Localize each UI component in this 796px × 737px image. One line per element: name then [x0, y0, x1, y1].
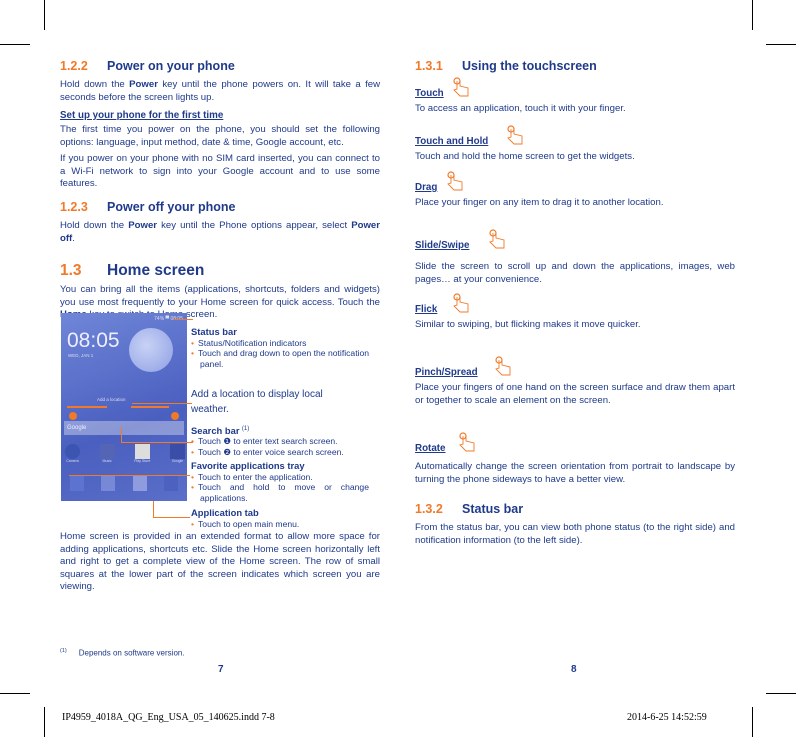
heading-power-on: 1.2.2 Power on your phone: [60, 59, 235, 73]
callout-weather: Add a location to display local weather.: [191, 389, 323, 415]
app-play-store: Play Store: [134, 444, 150, 463]
page-number: 7: [218, 664, 224, 675]
callout-line: [121, 427, 122, 442]
gesture-label: Touch and Hold: [415, 136, 489, 147]
arrow-left-icon: [67, 406, 107, 408]
gesture-label: Touch: [415, 88, 444, 99]
app-music: Music: [99, 444, 115, 463]
hand-gesture-icon: [487, 228, 509, 250]
callout-line: [173, 319, 193, 320]
heading-touchscreen: 1.3.1 Using the touchscreen: [415, 59, 597, 73]
hand-gesture-icon: [451, 292, 473, 314]
gesture-label: Flick: [415, 304, 438, 315]
gesture-description: Place your finger on any item to drag it…: [415, 197, 664, 208]
paragraph: If you power on your phone with no SIM c…: [60, 153, 380, 190]
gesture-description: Place your fingers of one hand on the sc…: [415, 382, 735, 406]
paragraph: The first time you power on the phone, y…: [60, 124, 380, 148]
crop-mark: [0, 44, 30, 45]
gesture-label: Slide/Swipe: [415, 240, 470, 251]
callout-line: [121, 442, 193, 443]
home-screen-image: 74% ▀ 08:05 08:05 WED, JAN 1 Add a locat…: [61, 313, 187, 501]
hand-gesture-icon: [505, 124, 527, 146]
paragraph: Home screen is provided in an extended f…: [60, 531, 380, 593]
crop-mark: [766, 44, 796, 45]
callout-status-bar: Status bar • Status/Notification indicato…: [191, 326, 370, 369]
gesture-description: Touch and hold the home screen to get th…: [415, 151, 635, 162]
hand-gesture-icon: [457, 431, 479, 453]
contacts-icon: [101, 475, 116, 491]
crop-mark: [752, 0, 753, 30]
app-google: Google: [169, 444, 185, 463]
gesture-label: Rotate: [415, 443, 446, 454]
gesture-label: Drag: [415, 182, 438, 193]
arrow-right-icon: [131, 406, 169, 408]
gesture-description: To access an application, touch it with …: [415, 103, 626, 114]
callout-line: [153, 517, 190, 518]
heading-status-bar: 1.3.2 Status bar: [415, 502, 524, 516]
heading-power-off: 1.2.3 Power off your phone: [60, 200, 236, 214]
weather-globe: [129, 328, 173, 372]
callout-line: [69, 475, 190, 476]
crop-mark: [44, 707, 45, 737]
footnote: (1) Depends on software version.: [60, 648, 185, 658]
callout-line: [153, 501, 154, 517]
callout-application-tab: Application tab • Touch to open main menu…: [191, 507, 300, 529]
hand-gesture-icon: [493, 355, 515, 377]
subheading-setup: Set up your phone for the first time: [60, 110, 224, 121]
paragraph: From the status bar, you can view both p…: [415, 522, 735, 546]
callout-favorite-tray: Favorite applications tray • Touch to ent…: [191, 460, 369, 503]
paragraph: Hold down the Power key until the Phone …: [60, 220, 380, 244]
marker-1-icon: [69, 412, 77, 420]
crop-mark: [44, 0, 45, 30]
hand-gesture-icon: [445, 170, 467, 192]
heading-home-screen: 1.3 Home screen: [60, 262, 205, 279]
app-camera: Camera: [65, 444, 80, 463]
callout-line: [132, 403, 192, 404]
gesture-description: Similar to swiping, but flicking makes i…: [415, 319, 641, 330]
gesture-description: Slide the screen to scroll up and down t…: [415, 261, 735, 285]
clock: 08:05: [67, 329, 120, 352]
slug-file: IP4959_4018A_QG_Eng_USA_05_140625.indd 7…: [62, 712, 275, 723]
gesture-label: Pinch/Spread: [415, 367, 478, 378]
slug-date: 2014-6-25 14:52:59: [627, 712, 707, 723]
marker-2-icon: [171, 412, 179, 420]
crop-mark: [766, 693, 796, 694]
location-label: Add a location: [97, 397, 126, 402]
crop-mark: [0, 693, 30, 694]
search-bar: Google: [64, 421, 184, 435]
apps-grid-icon: [164, 475, 179, 491]
gesture-description: Automatically change the screen orientat…: [415, 461, 735, 485]
page-number: 8: [571, 664, 577, 675]
paragraph: Hold down the Power key until the phone …: [60, 79, 381, 103]
callout-search-bar: Search bar (1) • Touch ❶ to enter text se…: [191, 424, 344, 457]
messages-icon: [132, 475, 147, 491]
hand-gesture-icon: [451, 76, 473, 98]
crop-mark: [752, 707, 753, 737]
date: WED, JAN 1: [68, 353, 94, 358]
phone-icon: [69, 475, 84, 491]
